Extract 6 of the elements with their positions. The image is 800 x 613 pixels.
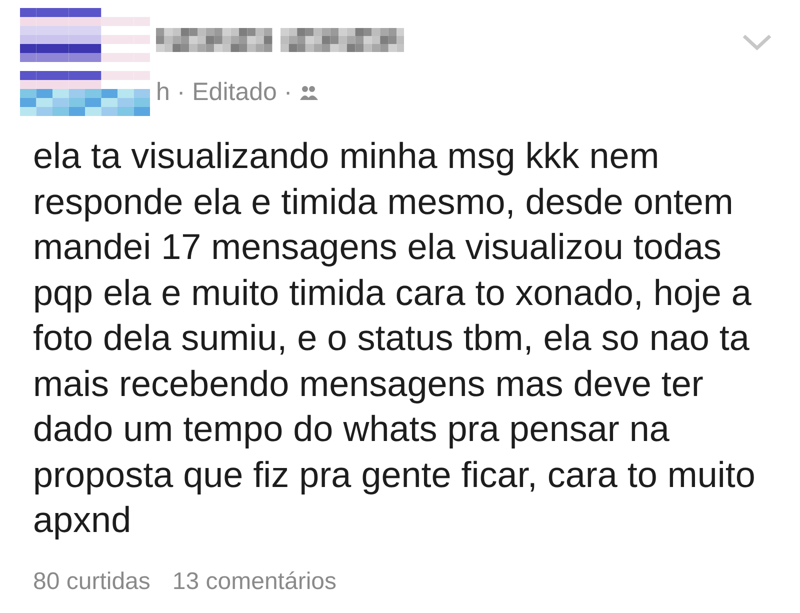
- post-text: ela ta visualizando minha msg kkk nem responde ela e timida mesmo, desde ontem mandei 17 mensagens ela visualizou todas pqp ela e muito timida cara to xonado, hoje a foto dela sumiu, e o status tbm, ela so nao ta mais recebendo mensagens mas deve ter dado um tempo do whats pra pensar na proposta que fiz pra gente ficar, cara to muito apxnd: [33, 134, 756, 542]
- post-meta: h · Editado ·: [156, 78, 292, 107]
- likes-count[interactable]: 80 curtidas: [33, 568, 150, 596]
- comments-count[interactable]: 13 comentários: [172, 568, 336, 596]
- friends-icon: [300, 84, 318, 100]
- chevron-down-icon[interactable]: [742, 34, 772, 51]
